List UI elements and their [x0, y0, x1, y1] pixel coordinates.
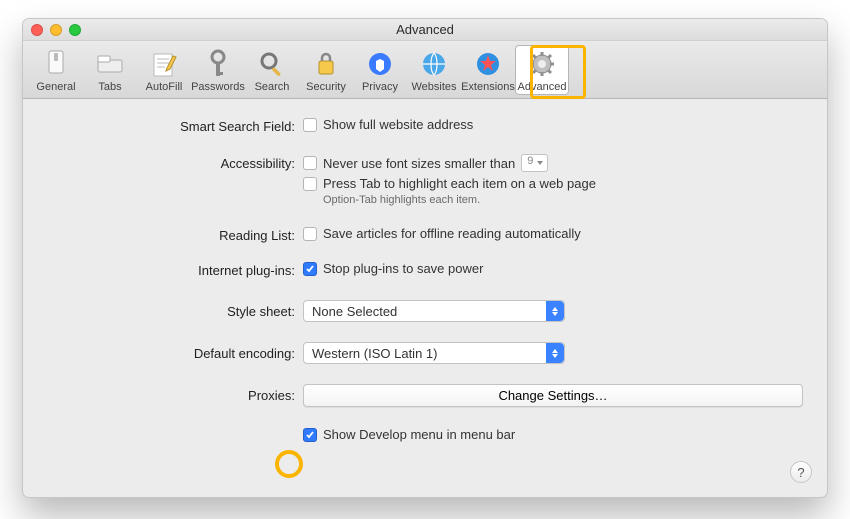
tab-tabs[interactable]: Tabs	[83, 45, 137, 95]
preferences-window: Advanced General Tabs	[22, 18, 828, 498]
stylesheet-value: None Selected	[312, 304, 397, 319]
chevron-updown-icon	[546, 343, 564, 363]
tab-websites[interactable]: Websites	[407, 45, 461, 95]
chevron-updown-icon	[546, 301, 564, 321]
advanced-icon	[515, 48, 569, 80]
smart-search-label: Smart Search Field:	[47, 117, 303, 134]
autofill-icon	[137, 48, 191, 80]
show-full-address-label: Show full website address	[323, 117, 473, 132]
tab-autofill[interactable]: AutoFill	[137, 45, 191, 95]
window-title: Advanced	[23, 22, 827, 37]
tab-advanced[interactable]: Advanced	[515, 45, 569, 95]
search-icon	[245, 48, 299, 80]
extensions-icon	[461, 48, 515, 80]
stop-plugins-checkbox[interactable]	[303, 262, 317, 276]
general-icon	[29, 48, 83, 80]
tab-extensions[interactable]: Extensions	[461, 45, 515, 95]
save-offline-label: Save articles for offline reading automa…	[323, 226, 581, 241]
stylesheet-select[interactable]: None Selected	[303, 300, 565, 322]
encoding-value: Western (ISO Latin 1)	[312, 346, 437, 361]
min-font-size-select[interactable]: 9	[521, 154, 548, 172]
press-tab-label: Press Tab to highlight each item on a we…	[323, 176, 596, 191]
tab-search[interactable]: Search	[245, 45, 299, 95]
tab-general[interactable]: General	[29, 45, 83, 95]
passwords-icon	[191, 48, 245, 80]
show-full-address-checkbox[interactable]	[303, 118, 317, 132]
show-develop-checkbox[interactable]	[303, 428, 317, 442]
never-smaller-label: Never use font sizes smaller than	[323, 156, 515, 171]
stop-plugins-label: Stop plug-ins to save power	[323, 261, 483, 276]
press-tab-checkbox[interactable]	[303, 177, 317, 191]
show-develop-label: Show Develop menu in menu bar	[323, 427, 515, 442]
tabs-icon	[83, 48, 137, 80]
titlebar: Advanced	[23, 19, 827, 41]
websites-icon	[407, 48, 461, 80]
save-offline-checkbox[interactable]	[303, 227, 317, 241]
accessibility-label: Accessibility:	[47, 154, 303, 171]
stylesheet-label: Style sheet:	[47, 300, 303, 319]
never-smaller-checkbox[interactable]	[303, 156, 317, 170]
security-icon	[299, 48, 353, 80]
tab-passwords[interactable]: Passwords	[191, 45, 245, 95]
option-tab-hint: Option-Tab highlights each item.	[323, 194, 803, 206]
help-button[interactable]: ?	[790, 461, 812, 483]
encoding-label: Default encoding:	[47, 342, 303, 361]
tab-privacy[interactable]: Privacy	[353, 45, 407, 95]
privacy-icon	[353, 48, 407, 80]
reading-list-label: Reading List:	[47, 226, 303, 243]
encoding-select[interactable]: Western (ISO Latin 1)	[303, 342, 565, 364]
preferences-toolbar: General Tabs AutoFill	[23, 41, 827, 99]
advanced-pane: Smart Search Field: Show full website ad…	[23, 99, 827, 497]
proxies-label: Proxies:	[47, 384, 303, 403]
tab-security[interactable]: Security	[299, 45, 353, 95]
plugins-label: Internet plug-ins:	[47, 261, 303, 278]
change-settings-button[interactable]: Change Settings…	[303, 384, 803, 407]
